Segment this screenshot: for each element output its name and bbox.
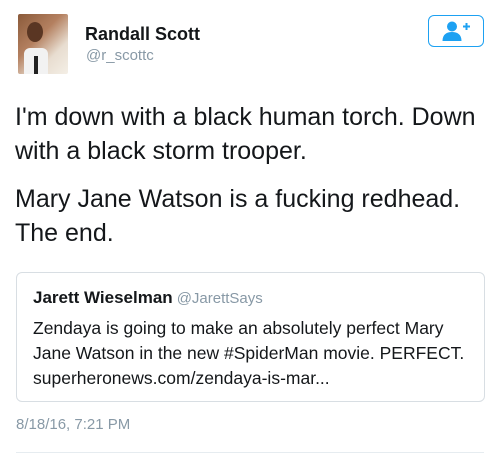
add-user-icon [442, 21, 470, 41]
quoted-tweet-card[interactable]: Jarett Wieselman @JarettSays Zendaya is g… [16, 272, 485, 402]
tweet-timestamp[interactable]: 8/18/16, 7:21 PM [16, 416, 130, 433]
follow-button[interactable] [428, 15, 484, 47]
quoted-tweet-text: Zendaya is going to make an absolutely p… [33, 318, 465, 388]
quoted-tweet-header: Jarett Wieselman @JarettSays [33, 287, 468, 310]
avatar[interactable] [18, 14, 68, 74]
avatar-head [27, 22, 43, 42]
divider [16, 452, 484, 453]
tweet-text-paragraph: I'm down with a black human torch. Down … [15, 103, 476, 165]
author-display-name[interactable]: Randall Scott [85, 24, 200, 45]
quoted-author-handle: @JarettSays [176, 290, 263, 307]
quoted-author-name: Jarett Wieselman [33, 288, 173, 307]
author-handle[interactable]: @r_scottc [86, 47, 154, 64]
avatar-tie [34, 56, 38, 74]
tweet-text-paragraph: Mary Jane Watson is a fucking redhead. T… [15, 185, 461, 247]
